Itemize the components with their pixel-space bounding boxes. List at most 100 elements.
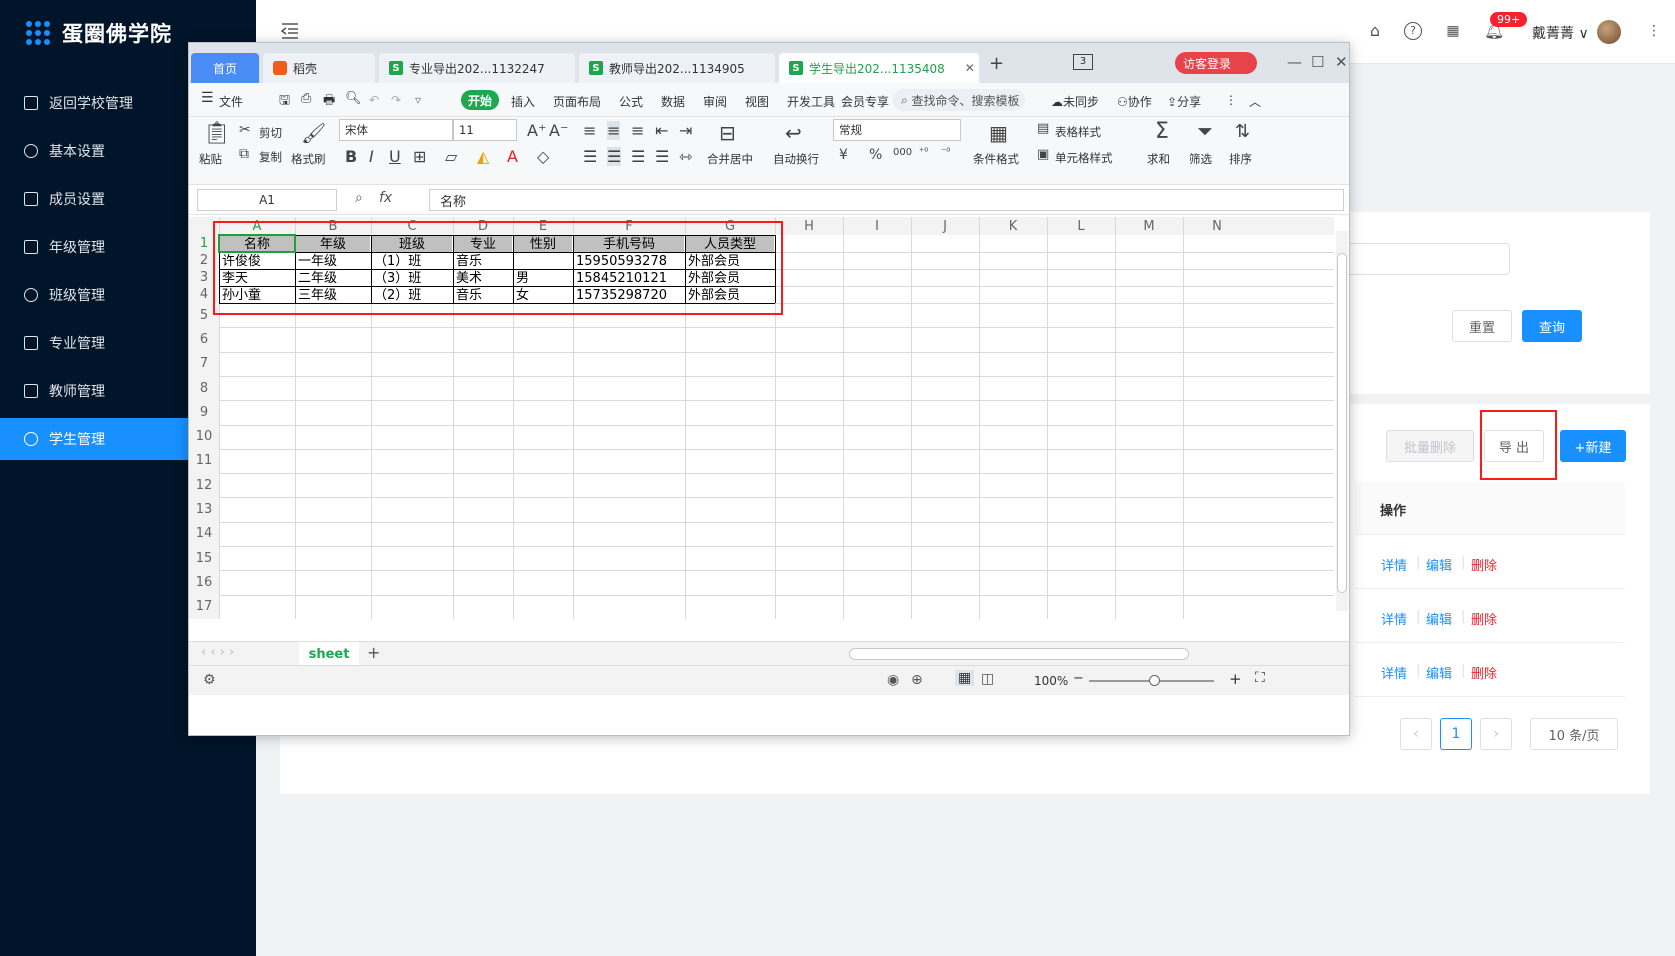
tab-student-export[interactable]: S 学生导出202...1135408 ✕	[779, 53, 979, 83]
row-header[interactable]: 11	[189, 448, 219, 474]
row-header[interactable]: 13	[189, 497, 219, 522]
collaborate-button[interactable]: ⚇协作	[1117, 93, 1152, 110]
sort-button[interactable]: 排序	[1229, 151, 1252, 167]
row-header[interactable]: 8	[189, 375, 219, 401]
merge-center-button[interactable]: 合并居中	[707, 151, 753, 167]
sort-icon[interactable]: ⇅	[1235, 121, 1250, 142]
filter-button[interactable]: 筛选	[1189, 151, 1212, 167]
paste-icon[interactable]: 📋︎	[203, 121, 231, 146]
font-size-select[interactable]: 11	[453, 119, 517, 141]
distribute-icon[interactable]: ⇿	[679, 147, 692, 166]
column-header[interactable]: L	[1047, 217, 1115, 235]
cell-fill-icon[interactable]: ▱	[445, 147, 457, 166]
format-painter-button[interactable]: 格式刷	[291, 151, 326, 167]
reset-button[interactable]: 重置	[1452, 310, 1512, 342]
clear-format-icon[interactable]: ◇	[537, 147, 549, 166]
sheet-tab[interactable]: sheet	[299, 642, 359, 666]
redo-icon[interactable]: ↷	[391, 93, 401, 107]
edit-link[interactable]: 编辑	[1426, 663, 1452, 682]
hamburger-icon[interactable]: ☰	[201, 90, 214, 106]
tab-home[interactable]: 首页	[191, 53, 259, 83]
delete-link[interactable]: 删除	[1471, 609, 1497, 628]
zoom-slider-knob[interactable]	[1149, 675, 1160, 686]
cut-button[interactable]: 剪切	[259, 125, 282, 141]
zoom-level[interactable]: 100%	[1034, 674, 1068, 688]
number-format-select[interactable]: 常规	[833, 119, 961, 141]
status-icon[interactable]: ⚙	[203, 672, 216, 688]
menu-insert[interactable]: 插入	[511, 93, 535, 110]
menu-formula[interactable]: 公式	[619, 93, 643, 110]
italic-icon[interactable]: I	[369, 147, 374, 166]
menu-data[interactable]: 数据	[661, 93, 685, 110]
justify-icon[interactable]: ☰	[655, 147, 669, 166]
print-icon[interactable]: 🖶	[323, 91, 335, 113]
row-header[interactable]: 9	[189, 400, 219, 425]
row-header[interactable]: 7	[189, 351, 219, 376]
paste-button[interactable]: 粘贴	[199, 151, 222, 167]
menu-view[interactable]: 视图	[745, 93, 769, 110]
new-button[interactable]: +新建	[1560, 430, 1626, 462]
menu-file[interactable]: 文件	[219, 93, 243, 110]
next-page-button[interactable]: ›	[1480, 718, 1512, 750]
align-bottom-icon[interactable]: ≡	[631, 121, 644, 140]
grid-icon[interactable]: ▦	[1444, 22, 1462, 40]
increase-decimal-icon[interactable]: ⁺⁰	[919, 147, 928, 158]
page-view-icon[interactable]: ◫	[981, 671, 994, 687]
query-button[interactable]: 查询	[1522, 310, 1582, 342]
border-icon[interactable]: ⊞	[413, 147, 426, 166]
close-window-icon[interactable]: ✕	[1335, 53, 1348, 71]
align-left-icon[interactable]: ☰	[583, 147, 597, 166]
column-header[interactable]: J	[911, 217, 979, 235]
conditional-format-button[interactable]: 条件格式	[973, 151, 1019, 167]
sync-status[interactable]: ☁︎未同步	[1051, 93, 1099, 110]
more-menu-icon[interactable]: ⋮	[1225, 93, 1237, 107]
command-search-input[interactable]: ⌕ 查找命令、搜索模板	[893, 89, 1025, 111]
fx-icon[interactable]: fx	[379, 190, 392, 206]
outdent-icon[interactable]: ⇤	[655, 121, 668, 140]
sum-button[interactable]: 求和	[1147, 151, 1170, 167]
batch-delete-button[interactable]: 批量删除	[1386, 430, 1474, 462]
row-header[interactable]: 17	[189, 594, 219, 619]
fill-color-icon[interactable]: ◭	[477, 147, 489, 166]
conditional-format-icon[interactable]: ▦	[989, 121, 1008, 145]
percent-icon[interactable]: %	[869, 147, 882, 163]
indent-icon[interactable]: ⇥	[679, 121, 692, 140]
page-number-button[interactable]: 1	[1440, 718, 1472, 750]
zoom-in-icon[interactable]: +	[1229, 670, 1242, 688]
prev-page-button[interactable]: ‹	[1400, 718, 1432, 750]
sheet-grid[interactable]: ABCDEFGHIJKLMN12345678910111213141516171…	[189, 217, 1334, 619]
center-icon[interactable]: ⊕	[911, 672, 923, 688]
column-header[interactable]: N	[1183, 217, 1251, 235]
filter-icon[interactable]: ⏷	[1197, 119, 1213, 143]
vertical-scrollbar-thumb[interactable]	[1337, 253, 1347, 593]
cut-icon[interactable]: ✂	[239, 122, 251, 138]
detail-link[interactable]: 详情	[1381, 609, 1407, 628]
menu-fold-icon[interactable]	[280, 22, 300, 40]
column-header[interactable]: I	[843, 217, 911, 235]
cell-style-button[interactable]: 单元格样式	[1055, 150, 1113, 166]
eye-protection-icon[interactable]: ◉	[887, 672, 899, 688]
format-painter-icon[interactable]: 🖌︎	[301, 121, 326, 145]
formula-input[interactable]: 名称	[429, 189, 1344, 211]
column-header[interactable]: H	[775, 217, 843, 235]
decrease-decimal-icon[interactable]: ⁻⁰	[941, 147, 950, 158]
table-style-icon[interactable]: ▤	[1037, 121, 1049, 136]
row-header[interactable]: 10	[189, 424, 219, 449]
delete-link[interactable]: 删除	[1471, 663, 1497, 682]
share-button[interactable]: ⇪分享	[1167, 93, 1201, 110]
edit-link[interactable]: 编辑	[1426, 555, 1452, 574]
menu-member[interactable]: 会员专享	[841, 93, 889, 110]
menu-start[interactable]: 开始	[461, 90, 499, 110]
add-sheet-icon[interactable]: +	[367, 643, 380, 662]
horizontal-scrollbar[interactable]	[849, 648, 1189, 660]
help-icon[interactable]: ?	[1404, 22, 1422, 40]
align-top-icon[interactable]: ≡	[583, 121, 596, 140]
merge-center-icon[interactable]: ⊟	[719, 121, 736, 145]
copy-button[interactable]: 复制	[259, 149, 282, 165]
maximize-icon[interactable]: ☐	[1311, 53, 1324, 71]
row-header[interactable]: 12	[189, 473, 219, 498]
detail-link[interactable]: 详情	[1381, 555, 1407, 574]
save-icon[interactable]: 🖫	[279, 91, 290, 113]
menu-page-layout[interactable]: 页面布局	[553, 93, 601, 110]
wrap-text-button[interactable]: 自动换行	[773, 151, 819, 167]
